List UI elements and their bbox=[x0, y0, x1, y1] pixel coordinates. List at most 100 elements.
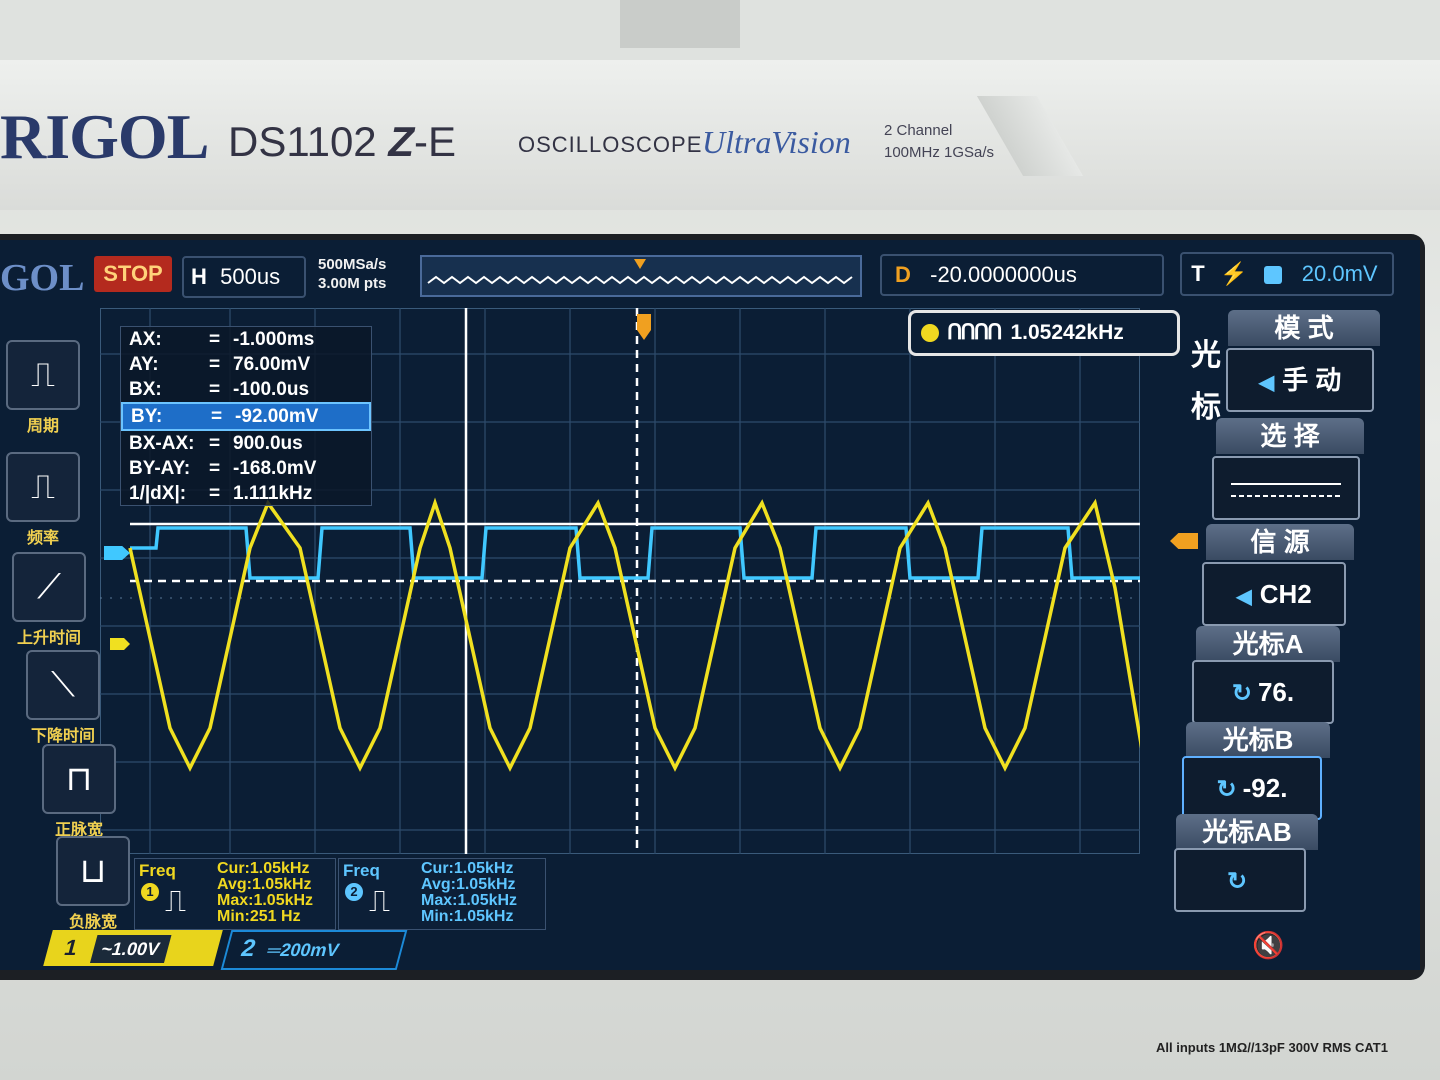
memory-overview bbox=[420, 255, 862, 297]
cursor-ab-header: 光标AB bbox=[1176, 814, 1318, 850]
spec-bandwidth: 100MHz 1GSa/s bbox=[884, 144, 995, 161]
stats-values: Cur:1.05kHz Avg:1.05kHz Max:1.05kHz Min:… bbox=[421, 861, 517, 925]
stats-channel-badge: 2 bbox=[345, 883, 363, 901]
readout-label: 1/|dX|: bbox=[129, 483, 187, 504]
stats-min: Min:251 Hz bbox=[217, 908, 301, 925]
knob-icon: ↻ bbox=[1226, 868, 1248, 895]
ch2-number: 2 bbox=[238, 935, 259, 962]
horizontal-delay[interactable]: D -20.0000000us bbox=[880, 254, 1164, 296]
device-type: OSCILLOSCOPE bbox=[518, 132, 703, 157]
knob-icon: ↻ bbox=[1216, 776, 1237, 803]
input-rating-label: All inputs 1MΩ//13pF 300V RMS CAT1 bbox=[1156, 1040, 1388, 1055]
delay-value: -20.0000000us bbox=[930, 262, 1077, 287]
channel-1-status[interactable]: 1 ~1.00V bbox=[43, 930, 223, 966]
ch1-freq-stats: Freq 1 ⎍ Cur:1.05kHz Avg:1.05kHz Max:1.0… bbox=[134, 858, 336, 930]
source-button[interactable]: ◀ CH2 bbox=[1202, 562, 1346, 626]
pulse-symbol-icon: ⎍ bbox=[369, 885, 390, 918]
ch1-waveform bbox=[128, 497, 1140, 772]
measure-positive-width-button[interactable]: ⊓ 正脉宽 bbox=[36, 744, 122, 840]
select-button[interactable] bbox=[1212, 456, 1360, 520]
trigger-position-marker bbox=[634, 259, 646, 269]
cursor-readout-row: 1/|dX|: = 1.111kHz bbox=[129, 483, 313, 504]
run-stop-status[interactable]: STOP bbox=[94, 256, 172, 292]
ch2-waveform bbox=[130, 526, 1140, 580]
trigger-source-icon bbox=[1263, 266, 1282, 285]
stats-title: Freq bbox=[343, 861, 380, 880]
background-gap bbox=[620, 0, 740, 48]
stats-channel-badge: 1 bbox=[141, 883, 159, 901]
sound-muted-icon[interactable]: 🔇 bbox=[1252, 930, 1284, 961]
acquisition-info: 500MSa/s 3.00M pts bbox=[318, 255, 386, 293]
stats-avg: Avg:1.05kHz bbox=[217, 876, 312, 893]
source-value: CH2 bbox=[1259, 579, 1312, 609]
positive-pulse-icon: ⊓ bbox=[42, 744, 116, 814]
spec-channels: 2 Channel bbox=[884, 122, 953, 139]
stats-cur: Cur:1.05kHz bbox=[217, 860, 310, 877]
horizontal-timebase[interactable]: H 500us bbox=[182, 256, 306, 298]
mode-button[interactable]: ◀ 手 动 bbox=[1226, 348, 1374, 412]
period-label: 周期 bbox=[26, 418, 59, 435]
trigger-level: 20.0mV bbox=[1301, 261, 1378, 286]
ch2-scale: ═200mV bbox=[265, 940, 342, 960]
rise-time-label: 上升时间 bbox=[16, 630, 81, 647]
channel-2-status[interactable]: 2 ═200mV bbox=[220, 930, 408, 970]
menu-title-char: 光 bbox=[1191, 339, 1221, 372]
stats-values: Cur:1.05kHz Avg:1.05kHz Max:1.05kHz Min:… bbox=[217, 861, 313, 925]
stats-cur: Cur:1.05kHz bbox=[421, 860, 514, 877]
knob-icon: ↻ bbox=[1231, 680, 1252, 707]
cursor-readout-panel: AX: = -1.000ms AY: = 76.00mV BX: = -100.0us BY… bbox=[120, 326, 372, 506]
readout-label: BX: bbox=[129, 379, 162, 400]
measure-negative-width-button[interactable]: ⊔ 负脉宽 bbox=[50, 836, 136, 932]
trigger-key: T bbox=[1191, 261, 1205, 286]
counter-source-icon bbox=[921, 324, 939, 343]
cursor-ab-button[interactable]: ↻ bbox=[1174, 848, 1306, 912]
horizontal-key: H bbox=[191, 264, 207, 289]
model-z: Z bbox=[388, 118, 414, 165]
source-header: 信 源 bbox=[1206, 524, 1354, 560]
readout-label: AY: bbox=[129, 354, 159, 375]
trigger-status[interactable]: T ⚡ 20.0mV bbox=[1180, 252, 1394, 296]
mode-header: 模 式 bbox=[1228, 310, 1380, 346]
cursor-readout-row: BY-AY: = -168.0mV bbox=[129, 458, 317, 479]
measure-period-button[interactable]: ⎍ 周期 bbox=[0, 340, 86, 436]
rise-time-icon: ⟋ bbox=[12, 552, 86, 622]
spec-label: 2 Channel 100MHz 1GSa/s bbox=[884, 120, 994, 164]
left-arrow-icon: ◀ bbox=[1258, 372, 1275, 394]
stats-min: Min:1.05kHz bbox=[421, 908, 514, 925]
readout-value: 1.111kHz bbox=[233, 483, 313, 504]
series-logo: UltraVision bbox=[702, 124, 851, 160]
negative-pulse-icon: ⊔ bbox=[56, 836, 130, 906]
delay-key: D bbox=[895, 262, 911, 287]
cursor-a-header: 光标A bbox=[1196, 626, 1340, 662]
trigger-slope-icon: ⚡ bbox=[1220, 261, 1248, 286]
cursor-b-button[interactable]: ↻-92. 00mV bbox=[1182, 756, 1322, 865]
room-background bbox=[0, 0, 1440, 60]
measure-rise-time-button[interactable]: ⟋ 上升时间 bbox=[6, 552, 92, 648]
cursor-readout-row: BX: = -100.0us bbox=[129, 379, 310, 400]
model-suffix: -E bbox=[414, 118, 456, 165]
cursor-a-button[interactable]: ↻76. 00mV bbox=[1192, 660, 1334, 769]
measure-frequency-button[interactable]: ⎍ 频率 bbox=[0, 452, 86, 548]
frequency-counter: ՈՈՈՈ 1.05242kHz bbox=[908, 310, 1180, 356]
screen-logo: GOL bbox=[0, 257, 85, 299]
cursor-b-header: 光标B bbox=[1186, 722, 1330, 758]
timebase-value: 500us bbox=[220, 264, 281, 289]
memory-depth: 3.00M pts bbox=[318, 275, 387, 292]
readout-label: BY: bbox=[131, 406, 163, 427]
readout-value: 900.0us bbox=[233, 433, 303, 454]
ch2-freq-stats: Freq 2 ⎍ Cur:1.05kHz Avg:1.05kHz Max:1.0… bbox=[338, 858, 546, 930]
stats-max: Max:1.05kHz bbox=[421, 892, 518, 909]
line-style-icon bbox=[1231, 483, 1341, 498]
cursor-readout-row-selected: BY: = -92.00mV bbox=[121, 402, 371, 431]
frequency-icon: ⎍ bbox=[6, 452, 80, 522]
measure-fall-time-button[interactable]: ⟍ 下降时间 bbox=[20, 650, 106, 746]
stats-avg: Avg:1.05kHz bbox=[421, 876, 516, 893]
stats-title: Freq bbox=[139, 861, 176, 880]
stats-max: Max:1.05kHz bbox=[217, 892, 314, 909]
frequency-label: 频率 bbox=[26, 530, 59, 547]
sample-rate: 500MSa/s bbox=[318, 256, 387, 273]
memory-waveform bbox=[427, 259, 853, 285]
fall-time-label: 下降时间 bbox=[30, 728, 95, 745]
readout-value: -1.000ms bbox=[233, 329, 315, 350]
negative-width-label: 负脉宽 bbox=[68, 914, 117, 931]
